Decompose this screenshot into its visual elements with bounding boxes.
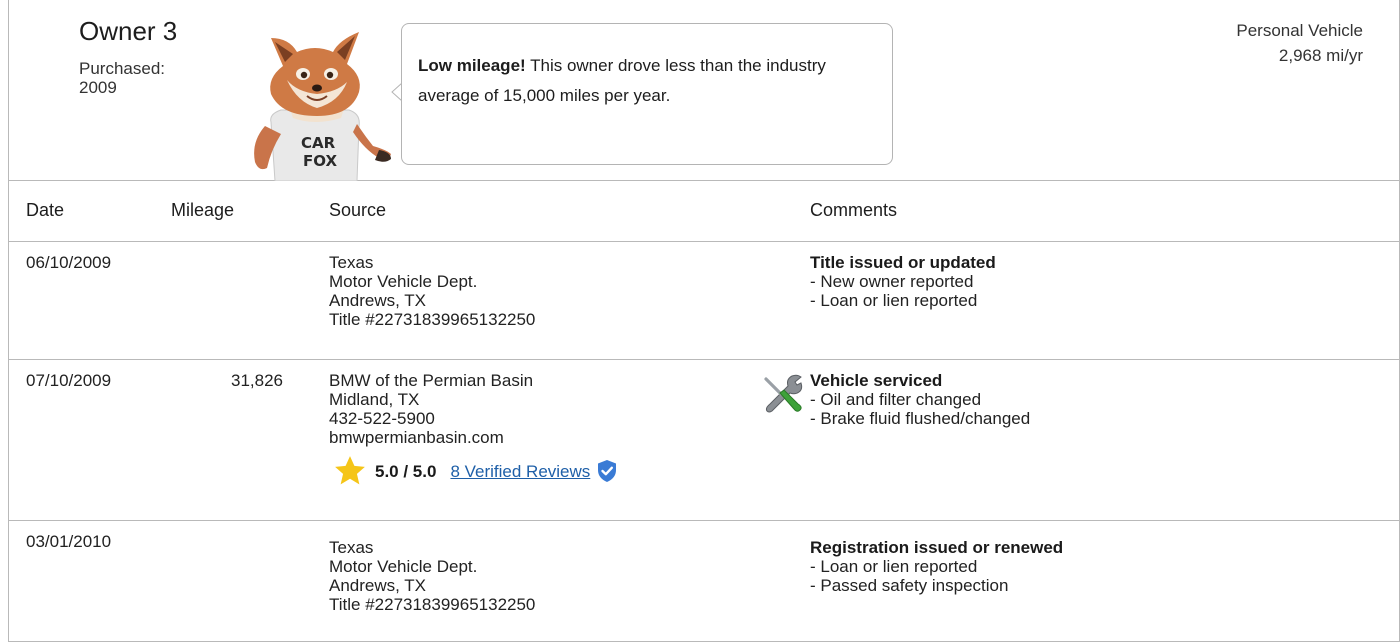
source-line: Title #22731839965132250 [329, 310, 536, 329]
owner-history-panel: Owner 3 Purchased: 2009 CAR FOX Low mile… [8, 0, 1400, 642]
star-icon [335, 456, 365, 485]
owner-header: Owner 3 Purchased: 2009 CAR FOX Low mile… [9, 0, 1399, 181]
comment-line: - Passed safety inspection [810, 576, 1009, 595]
source-line: Title #22731839965132250 [329, 595, 536, 614]
record-date: 07/10/2009 [26, 371, 112, 390]
comment-title: Vehicle serviced [810, 371, 943, 390]
record-comments: Title issued or updated - New owner repo… [810, 253, 1390, 310]
carfox-mascot-image: CAR FOX [254, 32, 391, 181]
table-row: 07/10/2009 31,826 BMW of the Permian Bas… [9, 361, 1399, 521]
dealer-rating: 5.0 / 5.0 8 Verified Reviews [329, 451, 759, 491]
record-comments: Vehicle serviced - Oil and filter change… [810, 371, 1390, 428]
column-header-date: Date [26, 200, 65, 220]
comment-line: - Oil and filter changed [810, 390, 982, 409]
source-line: Andrews, TX [329, 291, 427, 310]
source-line: Texas [329, 538, 374, 557]
source-line: Texas [329, 253, 374, 272]
comment-line: - Loan or lien reported [810, 291, 978, 310]
record-source: Texas Motor Vehicle Dept. Andrews, TX Ti… [329, 538, 759, 614]
rating-score: 5.0 / 5.0 [375, 461, 437, 481]
mascot-shirt-line2: FOX [303, 152, 337, 170]
purchased-label: Purchased: [79, 59, 165, 78]
comment-title: Registration issued or renewed [810, 538, 1064, 557]
record-date: 03/01/2010 [26, 532, 112, 551]
source-line: Andrews, TX [329, 576, 427, 595]
vehicle-usage: Personal Vehicle 2,968 mi/yr [1236, 18, 1363, 68]
purchased-year: 2009 [79, 78, 117, 97]
table-row: 06/10/2009 Texas Motor Vehicle Dept. And… [9, 243, 1399, 360]
mascot-shirt-line1: CAR [301, 134, 336, 152]
record-date: 06/10/2009 [26, 253, 112, 272]
comment-line: - Brake fluid flushed/changed [810, 409, 1031, 428]
column-header-source: Source [329, 200, 387, 220]
record-comments: Registration issued or renewed - Loan or… [810, 538, 1390, 595]
owner-title: Owner 3 [79, 16, 178, 46]
record-source: BMW of the Permian Basin Midland, TX 432… [329, 371, 759, 491]
record-source: Texas Motor Vehicle Dept. Andrews, TX Ti… [329, 253, 759, 329]
table-header: Date Mileage Source Comments [9, 182, 1399, 242]
source-line: Motor Vehicle Dept. [329, 272, 478, 291]
annual-mileage: 2,968 mi/yr [1278, 46, 1363, 65]
source-line: Motor Vehicle Dept. [329, 557, 478, 576]
bubble-highlight: Low mileage! [418, 56, 526, 75]
service-tools-icon [764, 374, 803, 413]
column-header-mileage: Mileage [171, 200, 235, 220]
source-line: Midland, TX [329, 390, 420, 409]
source-line: 432-522-5900 [329, 409, 435, 428]
column-header-comments: Comments [810, 200, 898, 220]
comment-line: - New owner reported [810, 272, 974, 291]
table-row: 03/01/2010 Texas Motor Vehicle Dept. And… [9, 522, 1399, 642]
vehicle-type: Personal Vehicle [1236, 21, 1363, 40]
source-line: bmwpermianbasin.com [329, 428, 504, 447]
verified-reviews-link[interactable]: 8 Verified Reviews [450, 462, 590, 481]
purchased-info: Purchased: 2009 [79, 59, 229, 97]
verified-shield-icon [598, 460, 617, 482]
comment-title: Title issued or updated [810, 253, 996, 272]
source-line: BMW of the Permian Basin [329, 371, 534, 390]
mileage-speech-bubble: Low mileage! This owner drove less than … [401, 23, 893, 165]
comment-line: - Loan or lien reported [810, 557, 978, 576]
record-mileage: 31,826 [231, 371, 283, 390]
